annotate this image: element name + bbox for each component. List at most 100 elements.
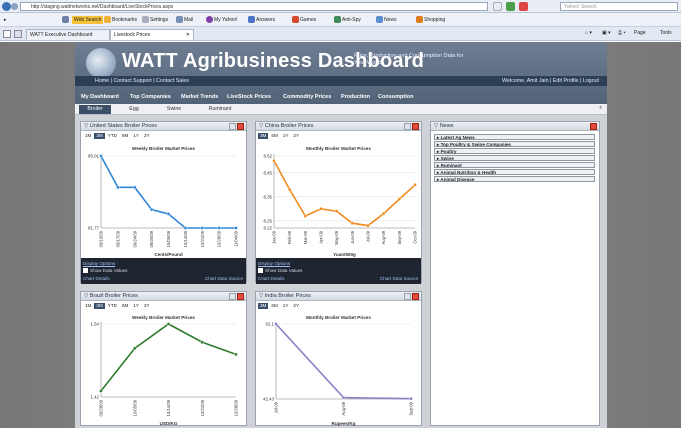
subtab-ruminant[interactable]: Ruminant xyxy=(199,105,241,114)
lightbulb-icon[interactable]: ♦ xyxy=(599,105,602,111)
search-icon[interactable] xyxy=(62,16,70,24)
data-point[interactable] xyxy=(341,395,346,400)
toolbar-bookmarks[interactable]: Bookmarks xyxy=(104,16,137,24)
range-1m-button[interactable]: 1M xyxy=(83,133,93,139)
display-options-link[interactable]: Display Options xyxy=(258,261,290,266)
toolbar-mail[interactable]: Mail xyxy=(176,16,193,24)
feeds-icon[interactable]: ▣ ▾ xyxy=(602,30,611,36)
data-point[interactable] xyxy=(272,158,276,163)
chart-details-link[interactable]: Chart Details xyxy=(258,276,285,281)
dropdown-icon[interactable] xyxy=(493,2,502,11)
data-point[interactable] xyxy=(303,214,308,218)
news-item[interactable]: ▸ Animal Disease xyxy=(434,176,595,182)
toolbar-games[interactable]: Games xyxy=(292,16,316,24)
url-input[interactable]: http://staging.wattnetworks.net/Dashboar… xyxy=(20,2,488,11)
data-point[interactable] xyxy=(409,396,413,401)
data-point[interactable] xyxy=(166,322,171,326)
close-icon[interactable] xyxy=(590,123,597,130)
data-point[interactable] xyxy=(350,221,355,225)
data-point[interactable] xyxy=(200,340,205,345)
range-6m-button[interactable]: 6M xyxy=(120,133,130,139)
nav-market-trends[interactable]: Market Trends xyxy=(181,92,218,103)
stop-icon[interactable] xyxy=(519,2,528,11)
data-point[interactable] xyxy=(132,185,137,190)
show-values-checkbox[interactable]: Show Data Values xyxy=(258,268,302,274)
toolbar-settings[interactable]: Settings xyxy=(142,16,168,24)
range-6m-button[interactable]: 6M xyxy=(269,303,279,309)
tab-list-icon[interactable] xyxy=(14,30,22,38)
search-input[interactable]: Yahoo! Search xyxy=(560,2,678,11)
range-2y-button[interactable]: 2Y xyxy=(291,303,301,309)
chart-details-link[interactable]: Chart Details xyxy=(83,276,110,281)
toolbar-anti-spy[interactable]: Anti-Spy xyxy=(334,16,361,24)
data-point[interactable] xyxy=(200,226,205,230)
subtab-broiler[interactable]: Broiler xyxy=(79,105,111,114)
range-2y-button[interactable]: 2Y xyxy=(291,133,301,139)
range-ytd-button[interactable]: YTD xyxy=(106,303,119,309)
nav-livestock-prices[interactable]: LiveStock Prices xyxy=(227,92,271,103)
toolbar-news[interactable]: News xyxy=(376,16,397,24)
favorites-star-icon[interactable] xyxy=(3,30,11,38)
news-item[interactable]: ▸ Poultry xyxy=(434,148,595,154)
data-point[interactable] xyxy=(149,207,154,212)
data-point[interactable] xyxy=(99,389,103,393)
toolbar-shopping[interactable]: Shopping xyxy=(416,16,445,24)
range-3m-button[interactable]: 3M xyxy=(94,133,105,139)
print-icon[interactable]: ⎙ ▾ xyxy=(618,30,626,36)
top-nav-links[interactable]: Home | Contact Support | Contact Sales xyxy=(95,76,189,86)
close-icon[interactable] xyxy=(237,293,244,300)
nav-top-companies[interactable]: Top Companies xyxy=(130,92,171,103)
range-2y-button[interactable]: 2Y xyxy=(142,133,152,139)
data-point[interactable] xyxy=(234,352,238,357)
range-ytd-button[interactable]: YTD xyxy=(106,133,119,139)
close-icon[interactable] xyxy=(237,123,244,130)
range-3m-button[interactable]: 3M xyxy=(258,303,269,309)
range-1y-button[interactable]: 1Y xyxy=(281,133,291,139)
data-point[interactable] xyxy=(274,322,278,326)
news-item[interactable]: ▸ Ruminant xyxy=(434,162,595,168)
chart-source-link[interactable]: Chart Data Source xyxy=(380,276,418,281)
close-tab-icon[interactable]: ✕ xyxy=(186,30,190,41)
toolbar-my-yahoo[interactable]: My Yahoo! xyxy=(206,16,237,24)
nav-production[interactable]: Production xyxy=(341,92,370,103)
data-point[interactable] xyxy=(217,226,221,230)
forward-icon[interactable] xyxy=(11,3,18,10)
restore-icon[interactable] xyxy=(229,123,236,130)
news-item[interactable]: ▸ Top Poultry & Swine Companies xyxy=(434,141,595,147)
toolbar-answers[interactable]: Answers xyxy=(248,16,275,24)
data-point[interactable] xyxy=(381,211,386,216)
range-2y-button[interactable]: 2Y xyxy=(142,303,152,309)
chart-source-link[interactable]: Chart Data Source xyxy=(205,276,243,281)
range-3m-button[interactable]: 3M xyxy=(258,133,269,139)
data-point[interactable] xyxy=(166,212,171,216)
subtab-egg[interactable]: Egg xyxy=(119,105,149,114)
close-icon[interactable] xyxy=(412,293,419,300)
range-6m-button[interactable]: 6M xyxy=(269,133,279,139)
nav-consumption[interactable]: Consumption xyxy=(378,92,413,103)
data-point[interactable] xyxy=(319,207,323,211)
news-item[interactable]: ▸ Swine xyxy=(434,155,595,161)
range-3m-button[interactable]: 3M xyxy=(94,303,105,309)
close-icon[interactable] xyxy=(412,123,419,130)
data-point[interactable] xyxy=(287,187,292,192)
page-menu[interactable]: Page xyxy=(634,30,646,36)
nav-my-dashboard[interactable]: My Dashboard xyxy=(81,92,119,103)
data-point[interactable] xyxy=(234,226,238,230)
subtab-swine[interactable]: Swine xyxy=(157,105,191,114)
tab-livestock-prices[interactable]: Livestock Prices ✕ xyxy=(110,29,194,40)
toolbar-web-search[interactable]: Web Search xyxy=(72,16,104,24)
range-1y-button[interactable]: 1Y xyxy=(131,303,141,309)
tools-menu[interactable]: Tools xyxy=(660,30,672,36)
range-1y-button[interactable]: 1Y xyxy=(281,303,291,309)
home-icon[interactable]: ⌂ ▾ xyxy=(585,30,592,36)
data-point[interactable] xyxy=(99,154,103,158)
restore-icon[interactable] xyxy=(229,293,236,300)
data-point[interactable] xyxy=(116,185,120,190)
data-point[interactable] xyxy=(132,346,137,351)
data-point[interactable] xyxy=(397,197,402,202)
data-point[interactable] xyxy=(183,226,188,230)
back-icon[interactable] xyxy=(2,2,11,11)
data-point[interactable] xyxy=(366,223,370,228)
data-point[interactable] xyxy=(413,183,417,187)
news-item[interactable]: ▸ Latest Ag News xyxy=(434,134,595,140)
